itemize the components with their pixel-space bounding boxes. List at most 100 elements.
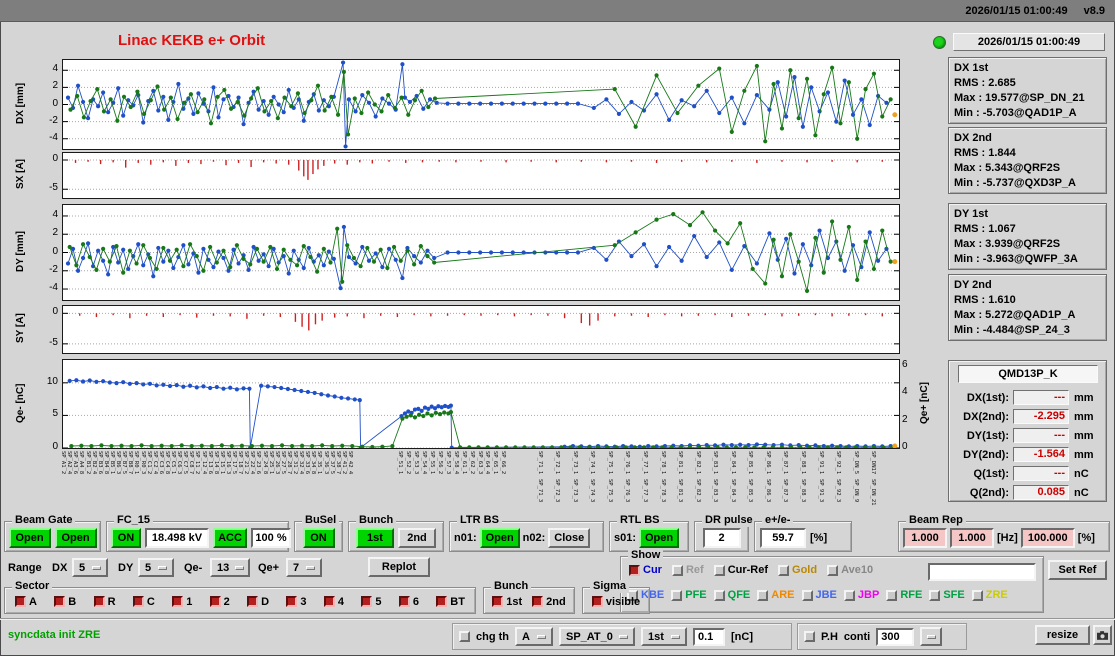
beam-gate-1-button[interactable]: Open (8, 527, 51, 548)
show-checkbox-gold[interactable] (778, 564, 790, 576)
range-dx-option[interactable]: 5 (72, 558, 108, 577)
y-axis-label: SX [A] (15, 159, 26, 190)
sector-select-option[interactable]: A (515, 627, 553, 646)
show-checkbox-zre[interactable] (971, 589, 983, 601)
ltr-n01-open-button[interactable]: Open (479, 527, 520, 548)
sector-checkbox-4[interactable] (323, 596, 335, 607)
show-checkbox-jbp[interactable] (843, 589, 855, 601)
y-tick-label: 2 (52, 80, 58, 92)
bunch-1st-button[interactable]: 1st (356, 527, 394, 548)
show-item: Ref (671, 564, 704, 576)
range-label: Range (8, 562, 42, 574)
sigma-checkbox-visible[interactable] (591, 596, 603, 607)
sector-checkbox-a[interactable] (15, 596, 26, 607)
sector-item: B (54, 596, 76, 608)
sector-label: 5 (375, 595, 382, 608)
sector-checkbox-bt[interactable] (436, 596, 448, 607)
bpm-name-label: SP_83_3 (712, 479, 719, 503)
bunch-checkbox-1st[interactable] (492, 596, 504, 607)
qmd-row-unit: mm (1074, 429, 1094, 442)
show-item: ARE (757, 589, 795, 601)
bunch-2nd-button[interactable]: 2nd (398, 527, 436, 548)
bunch-checkbox-2nd[interactable] (532, 596, 544, 607)
show-checkbox-sfe[interactable] (929, 589, 941, 601)
show-checkbox-ref[interactable] (671, 564, 683, 576)
qmd-row-label: Q(2nd): (969, 486, 1009, 499)
fc15-group: FC_15 ON 18.498 kV ACC 100 % (106, 514, 291, 552)
y-tick-label: 4 (52, 63, 58, 75)
show-checkbox-are[interactable] (757, 589, 769, 601)
sector-checkbox-3[interactable] (286, 596, 298, 607)
interval-option[interactable] (920, 627, 943, 646)
ltr-n02-close-button[interactable]: Close (548, 527, 591, 548)
bpm-name-label: SP_91_1 (817, 451, 824, 475)
bpm-name-label: SP_76_3 (624, 479, 631, 503)
bpm-name-label: SP_DN17 (870, 451, 877, 475)
fc15-acc-button[interactable]: ACC (213, 527, 247, 548)
sector-checkbox-d[interactable] (247, 596, 259, 607)
bpm-name-label: SP_38_7 (334, 451, 341, 475)
stat-rms: RMS : 1.067 (954, 223, 1016, 235)
bpm-select-option[interactable]: SP_AT_0 (559, 627, 635, 646)
bpm-name-label: SP_54_4 (420, 451, 427, 475)
option-menu-icon (306, 565, 315, 570)
sector-checkbox-5[interactable] (361, 596, 373, 607)
ref-name-input[interactable] (928, 563, 1036, 581)
sector-item: 6 (398, 596, 419, 608)
rtl-s01-open-button[interactable]: Open (639, 527, 680, 548)
range-dy-label: DY (118, 562, 134, 574)
sector-checkbox-6[interactable] (398, 596, 410, 607)
bpm-name-label: SP_77_3 (642, 479, 649, 503)
show-checkbox-ave10[interactable] (827, 564, 839, 576)
sector-checkbox-b[interactable] (54, 596, 66, 607)
bpm-name-label: SP_78_3 (659, 479, 666, 503)
range-qe-minus-option[interactable]: 13 (210, 558, 250, 577)
show-item: SFE (929, 589, 965, 601)
show-checkbox-jbe[interactable] (801, 589, 813, 601)
show-checkbox-qfe[interactable] (713, 589, 725, 601)
busel-on-button[interactable]: ON (302, 527, 335, 548)
bpm-name-label: SP_61_1 (460, 451, 467, 475)
bunch-select-option[interactable]: 1st (641, 627, 687, 646)
bpm-name-label: SP_81_1 (677, 451, 684, 475)
show-checkbox-cur[interactable] (629, 564, 640, 576)
show-label: JBE (815, 589, 837, 601)
bpm-name-label: SP_84_3 (729, 479, 736, 503)
resize-button[interactable]: resize (1035, 625, 1090, 645)
ltr-bs-group-label: LTR BS (457, 514, 502, 527)
sector-checkbox-r[interactable] (93, 596, 105, 607)
show-checkbox-cur-ref[interactable] (713, 564, 725, 576)
set-ref-button[interactable]: Set Ref (1048, 560, 1107, 580)
ltr-n01-label: n01: (454, 531, 477, 544)
replot-button[interactable]: Replot (368, 557, 430, 577)
range-qe-plus-option[interactable]: 7 (286, 558, 322, 577)
count-input[interactable] (876, 627, 915, 646)
dr-pulse-field[interactable]: 2 (702, 527, 741, 548)
camera-button[interactable] (1093, 625, 1112, 645)
threshold-input[interactable] (693, 627, 725, 646)
range-dy-option[interactable]: 5 (138, 558, 174, 577)
beam-rep-rate2-field: 1.000 (950, 527, 994, 548)
range-dy-value: 5 (145, 561, 152, 574)
fc15-group-label: FC_15 (114, 514, 154, 527)
ph-checkbox[interactable] (804, 631, 815, 642)
beam-gate-2-button[interactable]: Open (54, 527, 97, 548)
show-label: RFE (900, 589, 923, 601)
fc15-on-button[interactable]: ON (111, 527, 141, 548)
chg-th-checkbox[interactable] (459, 631, 470, 642)
show-item: RFE (886, 589, 922, 601)
busel-group-label: BuSel (302, 514, 340, 527)
show-item: Cur-Ref (713, 564, 768, 576)
bpm-name-label: SP_62_2 (468, 451, 475, 475)
y-tick-label: 0 (52, 245, 58, 257)
sector-checkbox-c[interactable] (132, 596, 144, 607)
show-checkbox-rfe[interactable] (886, 589, 898, 601)
sector-checkbox-1[interactable] (172, 596, 184, 607)
bpm-name-label: SP_82_3 (694, 479, 701, 503)
bpm-name-label: SP_51_1 (397, 451, 404, 475)
show-checkbox-pfe[interactable] (671, 589, 683, 601)
sector-checkbox-2[interactable] (209, 596, 221, 607)
bpm-name-label: SP_23_6 (255, 451, 262, 475)
range-dx-value: 5 (79, 561, 86, 574)
bpm-name-label: SP_A4_8 (78, 451, 85, 475)
